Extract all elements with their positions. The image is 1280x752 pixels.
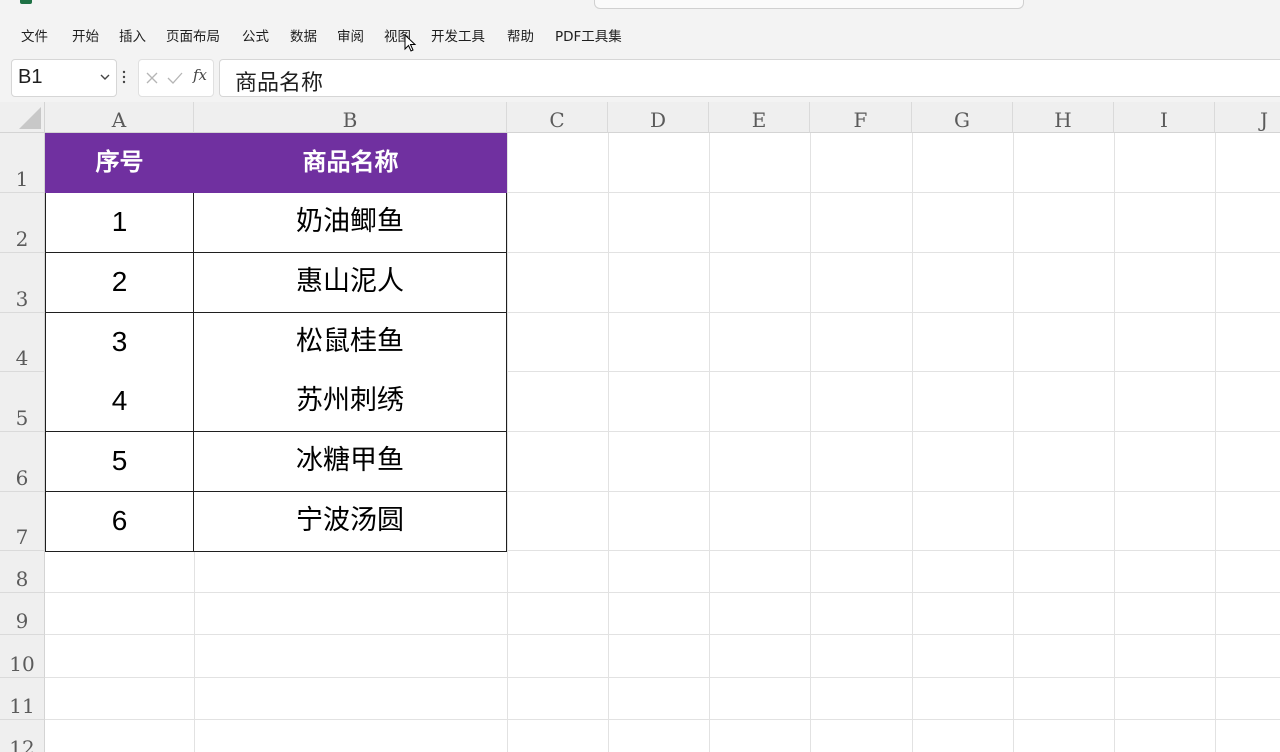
tab-file[interactable]: 文件 — [21, 25, 48, 45]
select-all-corner[interactable] — [0, 102, 45, 133]
tab-home[interactable]: 开始 — [72, 25, 99, 45]
table-cell-product[interactable]: 冰糖甲鱼 — [194, 432, 507, 492]
row-header-4[interactable]: 4 — [0, 313, 45, 372]
row-header-12[interactable]: 12 — [0, 720, 45, 752]
row-header-6[interactable]: 6 — [0, 432, 45, 492]
tab-insert[interactable]: 插入 — [119, 25, 146, 45]
table-cell-product[interactable]: 惠山泥人 — [194, 253, 507, 313]
ribbon-tabs: 文件 开始 插入 页面布局 公式 数据 审阅 视图 开发工具 帮助 PDF工具集 — [0, 12, 1280, 56]
tab-developer[interactable]: 开发工具 — [431, 25, 485, 45]
column-header-j[interactable]: J — [1215, 102, 1280, 133]
chevron-down-icon[interactable] — [98, 70, 112, 84]
tab-page-layout[interactable]: 页面布局 — [166, 25, 220, 45]
column-header-a[interactable]: A — [45, 102, 194, 133]
name-box[interactable]: B1 — [11, 59, 117, 97]
excel-logo-icon — [20, 0, 32, 4]
column-header-d[interactable]: D — [608, 102, 709, 133]
row-header-1[interactable]: 1 — [0, 133, 45, 193]
more-options-icon[interactable] — [122, 70, 126, 84]
tab-data[interactable]: 数据 — [290, 25, 317, 45]
row-header-8[interactable]: 8 — [0, 551, 45, 593]
cancel-icon[interactable] — [145, 71, 159, 85]
tab-formulas[interactable]: 公式 — [242, 25, 269, 45]
row-header-5[interactable]: 5 — [0, 372, 45, 432]
formula-input[interactable]: 商品名称 — [219, 59, 1280, 97]
worksheet-grid[interactable]: A B C D E F G H I J 1 2 3 4 5 6 7 8 9 10… — [0, 102, 1280, 752]
tab-review[interactable]: 审阅 — [337, 25, 364, 45]
row-header-2[interactable]: 2 — [0, 193, 45, 253]
check-icon[interactable] — [167, 71, 183, 85]
table-cell-index[interactable]: 2 — [45, 253, 194, 313]
table-cell-product[interactable]: 奶油鲫鱼 — [194, 193, 507, 253]
table-cell-product[interactable]: 苏州刺绣 — [194, 372, 507, 432]
table-cell-index[interactable]: 3 — [45, 313, 194, 373]
column-header-h[interactable]: H — [1013, 102, 1114, 133]
formula-bar: B1 fx 商品名称 — [0, 56, 1280, 102]
column-header-f[interactable]: F — [810, 102, 912, 133]
column-header-e[interactable]: E — [709, 102, 810, 133]
formula-actions: fx — [138, 59, 214, 97]
table-header-index[interactable]: 序号 — [45, 133, 194, 193]
column-header-c[interactable]: C — [507, 102, 608, 133]
table-cell-index[interactable]: 6 — [45, 492, 194, 552]
table-cell-product[interactable]: 宁波汤圆 — [194, 492, 507, 552]
title-bar-strip — [0, 0, 1280, 12]
formula-value: 商品名称 — [235, 71, 324, 96]
column-header-g[interactable]: G — [912, 102, 1013, 133]
row-header-10[interactable]: 10 — [0, 635, 45, 678]
column-header-b[interactable]: B — [194, 102, 507, 133]
row-header-3[interactable]: 3 — [0, 253, 45, 313]
table-cell-index[interactable]: 1 — [45, 193, 194, 253]
row-header-7[interactable]: 7 — [0, 492, 45, 551]
search-box[interactable] — [594, 0, 1024, 9]
row-header-11[interactable]: 11 — [0, 678, 45, 720]
insert-function-icon[interactable]: fx — [193, 66, 207, 84]
name-box-value: B1 — [18, 66, 43, 88]
table-cell-product[interactable]: 松鼠桂鱼 — [194, 313, 507, 373]
tab-help[interactable]: 帮助 — [507, 25, 534, 45]
tab-pdf-tools[interactable]: PDF工具集 — [555, 25, 622, 45]
row-header-9[interactable]: 9 — [0, 593, 45, 635]
table-header-product-name[interactable]: 商品名称 — [194, 133, 507, 193]
mouse-pointer-icon — [404, 34, 417, 52]
table-cell-index[interactable]: 5 — [45, 432, 194, 492]
table-cell-index[interactable]: 4 — [45, 372, 194, 432]
column-header-i[interactable]: I — [1114, 102, 1215, 133]
